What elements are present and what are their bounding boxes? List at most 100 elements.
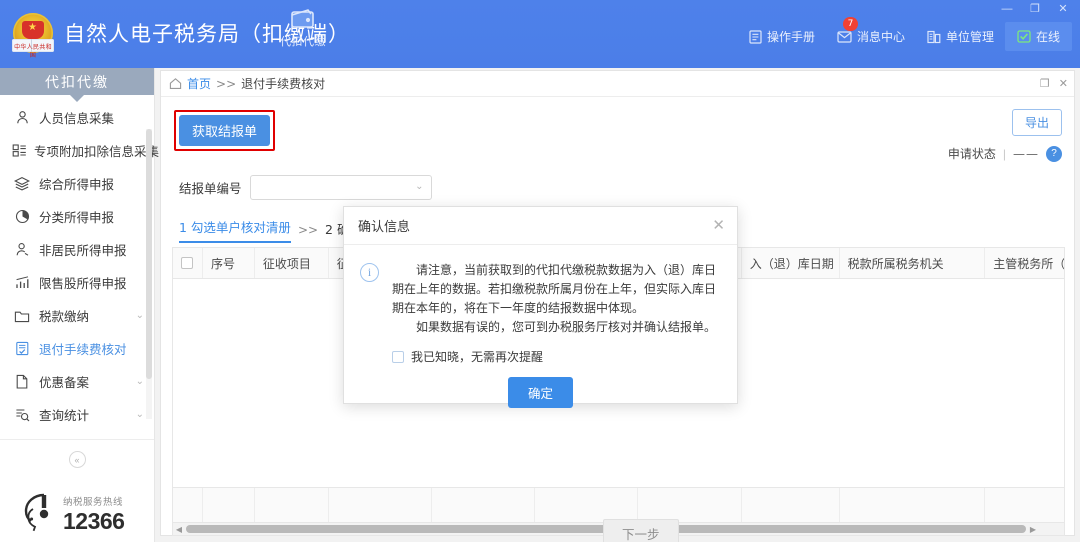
national-emblem-logo: ★ 中华人民共和国 (10, 11, 56, 57)
chevron-down-icon: ⌄ (136, 310, 144, 321)
export-button[interactable]: 导出 (1012, 109, 1062, 136)
dialog-paragraph-1: 请注意，当前获取到的代扣代缴税款数据为入（退）库日期在上年的数据。若扣缴税款所属… (392, 261, 719, 318)
document-check-icon (12, 341, 32, 356)
minimize-button[interactable]: — (994, 0, 1020, 18)
column-header[interactable]: 序号 (203, 248, 255, 278)
application-window: — ❐ ✕ ★ 中华人民共和国 自然人电子税务局（扣缴端） 代扣代缴 (0, 0, 1080, 542)
application-status-value: —— (1013, 147, 1039, 161)
file-icon (12, 374, 32, 389)
breadcrumb-current: 退付手续费核对 (241, 75, 325, 92)
chevron-down-icon: ⌄ (415, 181, 423, 192)
headset-icon (18, 492, 58, 534)
footer-cell (840, 488, 986, 522)
footer-cell (203, 488, 255, 522)
step-arrow: >> (298, 223, 318, 237)
get-report-button[interactable]: 获取结报单 (179, 115, 270, 146)
sidebar-item-personnel-info[interactable]: 人员信息采集 (0, 101, 154, 134)
column-header[interactable]: 征收项目 (255, 248, 329, 278)
nav-item-manual[interactable]: 操作手册 (738, 22, 826, 51)
scroll-left-arrow[interactable]: ◀ (173, 525, 185, 534)
footer-cell (638, 488, 742, 522)
nav-item-online-status[interactable]: 在线 (1005, 22, 1072, 51)
sidebar-item-label: 人员信息采集 (39, 108, 114, 127)
column-header[interactable]: 税款所属税务机关 (840, 248, 986, 278)
footer-cell (329, 488, 433, 522)
nav-item-manual-label: 操作手册 (767, 28, 815, 45)
window-controls: — ❐ ✕ (994, 0, 1076, 18)
next-step-button[interactable]: 下一步 (603, 519, 679, 542)
column-header[interactable]: 主管税务所（科） (985, 248, 1064, 278)
wallet-icon (290, 8, 316, 30)
sidebar-item-label: 分类所得申报 (39, 207, 114, 226)
restore-button[interactable]: ❐ (1022, 0, 1048, 18)
panel-maximize-button[interactable]: ❐ (1040, 77, 1050, 90)
sidebar-item-label: 优惠备案 (39, 372, 89, 391)
footer-cell (985, 488, 1064, 522)
nav-item-org-management-label: 单位管理 (946, 28, 994, 45)
panel-close-button[interactable]: ✕ (1059, 77, 1068, 90)
user-outline-icon (12, 242, 32, 257)
sidebar-item-refund-fee-check[interactable]: 退付手续费核对 (0, 332, 154, 365)
collapse-sidebar-button[interactable]: « (69, 451, 86, 468)
nav-item-online-status-label: 在线 (1036, 28, 1060, 45)
emblem-star: ★ (28, 23, 37, 33)
sidebar-item-label: 综合所得申报 (39, 174, 114, 193)
get-report-highlight: 获取结报单 (174, 110, 275, 151)
acknowledge-checkbox[interactable] (392, 351, 404, 363)
dialog-message: 请注意，当前获取到的代扣代缴税款数据为入（退）库日期在上年的数据。若扣缴税款所属… (392, 261, 719, 337)
footer-cell (432, 488, 535, 522)
select-all-checkbox[interactable] (181, 257, 193, 269)
close-button[interactable]: ✕ (1050, 0, 1076, 18)
emblem-country-text: 中华人民共和国 (13, 44, 53, 60)
sidebar-item-nonresident-income[interactable]: 非居民所得申报 (0, 233, 154, 266)
report-number-field: 结报单编号 ⌄ (179, 175, 432, 200)
dialog-body: i 请注意，当前获取到的代扣代缴税款数据为入（退）库日期在上年的数据。若扣缴税款… (344, 245, 737, 408)
sidebar-item-label: 查询统计 (39, 405, 89, 424)
dialog-title: 确认信息 (358, 216, 410, 235)
application-status-label: 申请状态 (948, 145, 996, 162)
nav-item-org-management[interactable]: 单位管理 (916, 22, 1005, 51)
breadcrumb-separator: >> (216, 77, 236, 91)
sidebar-item-label: 税款缴纳 (39, 306, 89, 325)
list-detail-icon (12, 143, 27, 158)
hotline-number: 12366 (63, 509, 124, 534)
sidebar-item-special-deduction[interactable]: 专项附加扣除信息采集 (0, 134, 154, 167)
sidebar-item-classified-income[interactable]: 分类所得申报 (0, 200, 154, 233)
org-icon (927, 30, 941, 44)
breadcrumb-home-link[interactable]: 首页 (187, 75, 211, 92)
dialog-footer: 确定 (362, 377, 719, 408)
confirm-button[interactable]: 确定 (508, 377, 573, 408)
sidebar-collapse-row: « (0, 439, 154, 468)
column-header[interactable]: 入（退）库日期 (742, 248, 840, 278)
sidebar-item-restricted-shares[interactable]: 限售股所得申报 (0, 266, 154, 299)
sidebar-item-query-statistics[interactable]: 查询统计 ⌄ (0, 398, 154, 431)
nav-item-message-center[interactable]: 7 消息中心 (826, 22, 916, 51)
sidebar-item-preferential-filing[interactable]: 优惠备案 ⌄ (0, 365, 154, 398)
table-footer-row (172, 488, 1065, 523)
tab-step-1[interactable]: 1 勾选单户核对清册 (179, 217, 291, 243)
confirm-dialog: 确认信息 ✕ i 请注意，当前获取到的代扣代缴税款数据为入（退）库日期在上年的数… (343, 206, 738, 404)
message-icon (837, 31, 852, 43)
scroll-right-arrow[interactable]: ▶ (1027, 525, 1039, 534)
message-badge: 7 (843, 17, 858, 31)
person-icon (12, 110, 32, 125)
sidebar-item-tax-payment[interactable]: 税款缴纳 ⌄ (0, 299, 154, 332)
dialog-close-icon[interactable]: ✕ (712, 218, 725, 233)
sidebar: 代扣代缴 人员信息采集 (0, 68, 155, 542)
home-icon (169, 77, 182, 90)
acknowledge-label: 我已知晓，无需再次提醒 (411, 348, 543, 365)
breadcrumb: 首页 >> 退付手续费核对 ❐ ✕ (161, 71, 1074, 97)
dialog-paragraph-2: 如果数据有误的，您可到办税服务厅核对并确认结报单。 (392, 318, 719, 337)
module-button-daikoudaijiao[interactable]: 代扣代缴 (272, 8, 334, 49)
footer-cell (173, 488, 203, 522)
status-divider: | (1003, 147, 1006, 161)
header-nav: 操作手册 7 消息中心 (738, 22, 1072, 51)
footer-cell (255, 488, 329, 522)
info-icon: i (360, 263, 379, 282)
dialog-acknowledge-row[interactable]: 我已知晓，无需再次提醒 (392, 348, 719, 365)
sidebar-menu: 人员信息采集 专项附加扣除信息采集 (0, 95, 154, 431)
report-number-select[interactable]: ⌄ (250, 175, 432, 200)
help-icon[interactable]: ? (1046, 146, 1062, 162)
sidebar-item-comprehensive-income[interactable]: 综合所得申报 (0, 167, 154, 200)
sidebar-scrollbar-thumb[interactable] (146, 129, 152, 379)
